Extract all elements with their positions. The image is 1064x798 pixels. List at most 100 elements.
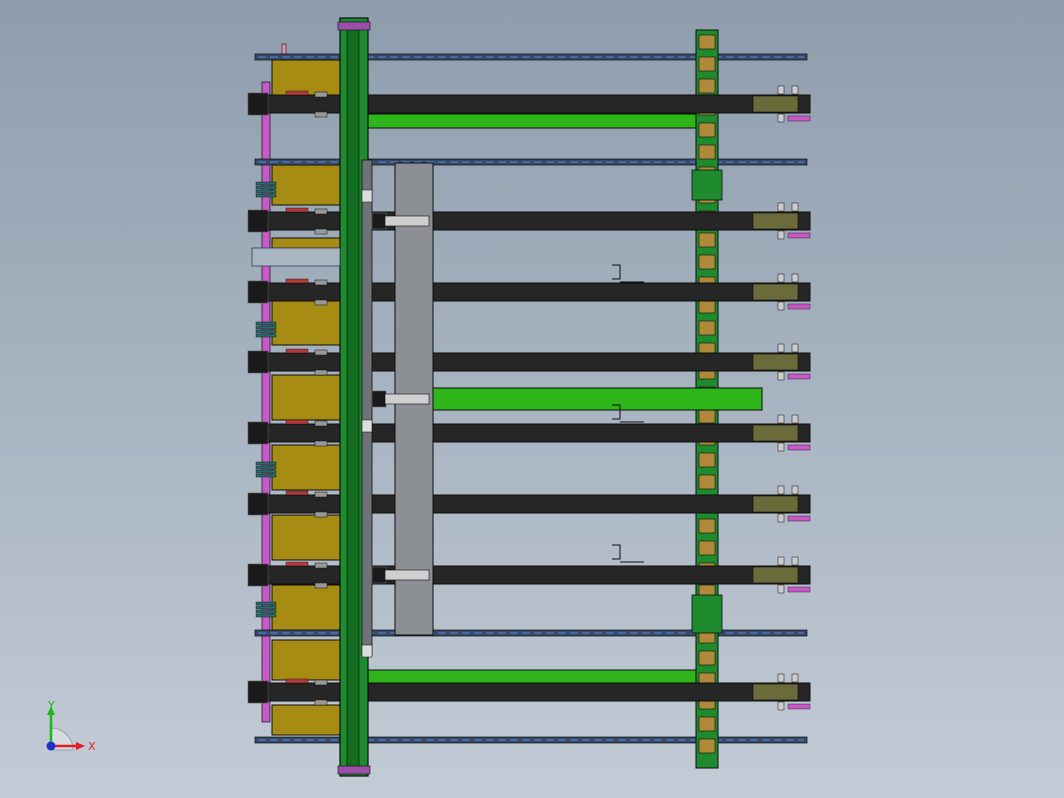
beam-clamp: [314, 299, 328, 306]
beam-red-tab: [285, 278, 309, 284]
yellow-block: [271, 584, 345, 631]
beam-end-cap: [247, 209, 269, 233]
frame-foot: [691, 594, 723, 634]
beam-bolt: [777, 513, 785, 523]
frame-bracket: [698, 650, 716, 666]
spring-disk: [255, 325, 277, 330]
beam-bolt: [777, 343, 785, 353]
yellow-block: [271, 444, 345, 491]
horizontal-beam: [249, 423, 811, 443]
triad-x-arrow: [76, 742, 85, 750]
beam-red-tab: [285, 207, 309, 213]
gripper-body: [371, 566, 387, 584]
beam-bolt: [791, 485, 799, 495]
beam-clamp: [314, 679, 328, 686]
green-crossbar: [363, 669, 697, 685]
beam-bolt: [791, 343, 799, 353]
beam-bolt: [777, 301, 785, 311]
beam-bolt: [791, 673, 799, 683]
horizontal-beam: [249, 494, 811, 514]
beam-magenta-pin: [787, 373, 811, 380]
frame-bracket: [698, 540, 716, 556]
beam-clamp: [314, 562, 328, 569]
gripper-plate: [384, 215, 430, 227]
beam-end-plate: [752, 495, 799, 513]
beam-end-plate: [752, 283, 799, 301]
beam-end-plate: [752, 424, 799, 442]
beam-red-tab: [285, 419, 309, 425]
guide-carriage: [361, 419, 373, 433]
sensor-panel: [251, 247, 341, 267]
frame-bracket: [698, 408, 716, 424]
frame-cap-top: [337, 21, 371, 31]
beam-bolt: [777, 202, 785, 212]
beam-bolt: [777, 113, 785, 123]
beam-bolt: [777, 673, 785, 683]
beam-bolt: [777, 85, 785, 95]
horizontal-beam: [249, 282, 811, 302]
beam-clamp: [314, 582, 328, 589]
gripper-plate: [384, 569, 430, 581]
left-frame-core: [346, 21, 360, 773]
beam-bolt: [777, 442, 785, 452]
beam-end-cap: [247, 92, 269, 116]
beam-end-cap: [247, 563, 269, 587]
beam-clamp: [314, 279, 328, 286]
beam-clamp: [314, 420, 328, 427]
spring-disk: [255, 613, 277, 618]
beam-bolt: [777, 701, 785, 711]
yellow-block: [271, 164, 345, 206]
frame-bracket: [698, 474, 716, 490]
beam-magenta-pin: [787, 303, 811, 310]
horizontal-beam: [249, 565, 811, 585]
beam-magenta-pin: [787, 232, 811, 239]
beam-magenta-pin: [787, 444, 811, 451]
beam-magenta-pin: [787, 115, 811, 122]
beam-magenta-pin: [787, 586, 811, 593]
beam-clamp: [314, 91, 328, 98]
yellow-block: [271, 237, 345, 249]
frame-bracket: [698, 452, 716, 468]
yellow-block: [271, 639, 345, 681]
green-crossbar: [363, 113, 697, 129]
beam-bolt: [791, 85, 799, 95]
beam-clamp: [314, 228, 328, 235]
beam-clamp: [314, 511, 328, 518]
spring-disk: [255, 333, 277, 338]
beam-bolt: [777, 556, 785, 566]
beam-bolt: [777, 230, 785, 240]
triad-x-label: X: [88, 740, 96, 753]
spring-disk: [255, 469, 277, 474]
spring-disk: [255, 321, 277, 326]
beam-bolt: [777, 414, 785, 424]
beam-clamp: [314, 369, 328, 376]
frame-cap-bottom: [337, 765, 371, 775]
horizontal-beam: [249, 682, 811, 702]
frame-bracket: [698, 716, 716, 732]
gripper-body: [371, 212, 387, 230]
beam-end-plate: [752, 683, 799, 701]
frame-foot: [691, 169, 723, 201]
horizontal-beam: [249, 211, 811, 231]
frame-bracket: [698, 518, 716, 534]
magenta-rod: [261, 81, 271, 723]
beam-magenta-pin: [787, 703, 811, 710]
beam-bolt: [791, 556, 799, 566]
spring-disk: [255, 193, 277, 198]
triad-y-label: Y: [47, 699, 55, 712]
frame-bracket: [698, 320, 716, 336]
spring-disk: [255, 465, 277, 470]
gripper-body: [371, 390, 387, 408]
spring-disk: [255, 185, 277, 190]
beam-end-cap: [247, 421, 269, 445]
spring-disk: [255, 181, 277, 186]
yellow-block: [271, 59, 345, 96]
cad-viewport[interactable]: [0, 0, 1064, 798]
beam-clamp: [314, 699, 328, 706]
guide-carriage: [361, 644, 373, 658]
guide-carriage: [361, 189, 373, 203]
beam-end-cap: [247, 350, 269, 374]
horizontal-beam: [249, 94, 811, 114]
linear-guide: [361, 159, 373, 656]
spring-disk: [255, 461, 277, 466]
